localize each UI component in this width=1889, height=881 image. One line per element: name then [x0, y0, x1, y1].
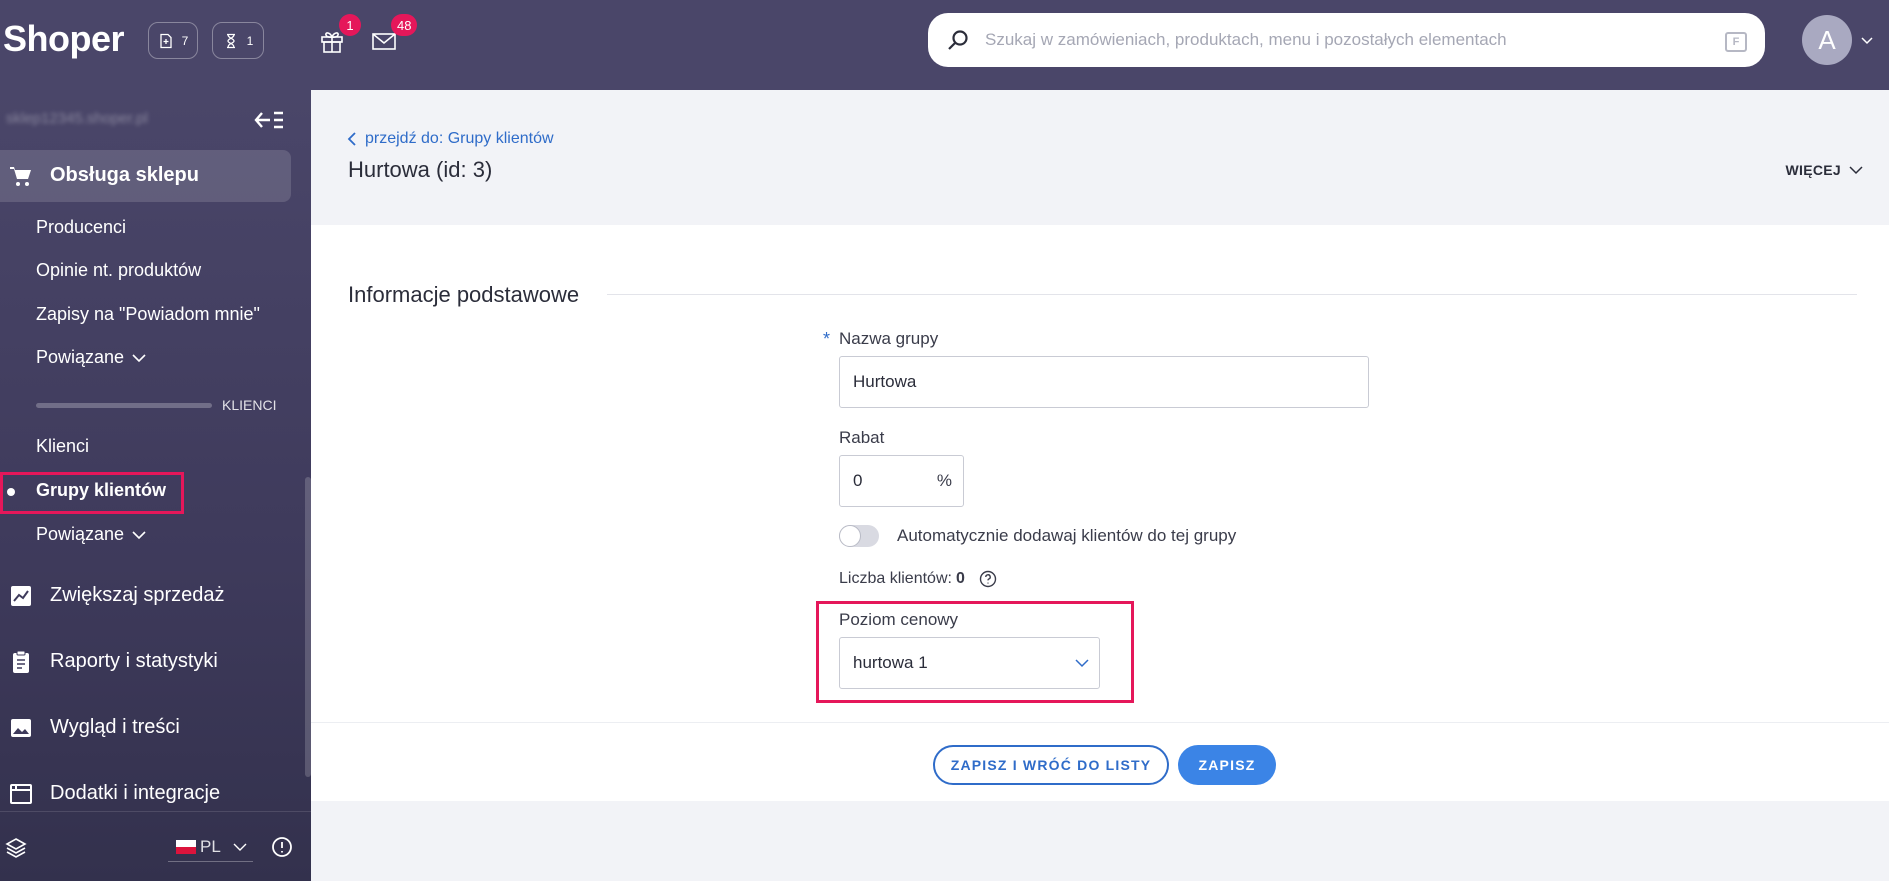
- section-divider: [607, 294, 1857, 295]
- search-bar: F: [928, 13, 1765, 67]
- avatar[interactable]: A: [1802, 15, 1852, 65]
- discount-value: 0: [853, 471, 863, 490]
- sidebar-item-related-1[interactable]: Powiązane: [36, 347, 146, 368]
- group-label-clients: KLIENCI: [222, 397, 277, 413]
- layers-icon[interactable]: [5, 837, 27, 859]
- chevron-down-icon[interactable]: [1860, 33, 1874, 47]
- group-divider: [36, 403, 212, 408]
- language-select[interactable]: PL: [168, 832, 253, 862]
- chevron-down-icon: [1075, 659, 1089, 668]
- image-icon: [11, 719, 31, 737]
- document-add-icon: [160, 33, 172, 48]
- sidebar-section-store-service[interactable]: Obsługa sklepu: [0, 150, 291, 202]
- chevron-down-icon: [132, 354, 146, 363]
- save-button[interactable]: ZAPISZ: [1178, 745, 1276, 785]
- sidebar-item-increase-sales[interactable]: Zwiększaj sprzedaż: [0, 577, 311, 617]
- sidebar-item-label: Wygląd i treści: [50, 716, 180, 738]
- chevron-down-icon: [233, 843, 247, 851]
- form-actions: ZAPISZ I WRÓĆ DO LISTY ZAPISZ: [311, 722, 1889, 801]
- clients-count: Liczba klientów: 0: [839, 570, 997, 588]
- help-icon[interactable]: [979, 570, 997, 588]
- chevron-left-icon: [347, 132, 356, 146]
- sidebar: sklep12345.shoper.pl Obsługa sklepu Prod…: [0, 90, 311, 881]
- sidebar-item-clients[interactable]: Klienci: [36, 436, 89, 457]
- active-indicator: [7, 488, 15, 496]
- clients-count-value: 0: [955, 570, 965, 587]
- sidebar-item-client-groups[interactable]: Grupy klientów: [36, 480, 166, 501]
- store-name[interactable]: sklep12345.shoper.pl: [6, 110, 148, 127]
- price-level-select[interactable]: hurtowa 1: [839, 637, 1100, 689]
- documents-count: 7: [181, 33, 189, 48]
- more-button[interactable]: WIĘCEJ: [1786, 162, 1863, 178]
- group-name-field[interactable]: Hurtowa: [839, 356, 1369, 408]
- chart-trend-icon: [11, 586, 31, 606]
- sidebar-item-related-2[interactable]: Powiązane: [36, 524, 146, 545]
- back-link-label: przejdź do: Grupy klientów: [365, 130, 554, 147]
- search-icon: [948, 30, 968, 50]
- messages-badge: 48: [391, 14, 418, 36]
- sidebar-item-notify-me[interactable]: Zapisy na "Powiadom mnie": [36, 304, 260, 325]
- sidebar-item-reports[interactable]: Raporty i statystyki: [0, 643, 311, 683]
- chevron-down-icon: [132, 531, 146, 540]
- sidebar-item-label: Powiązane: [36, 347, 125, 367]
- clipboard-icon: [13, 650, 29, 673]
- form-card: Informacje podstawowe * Nazwa grupy Hurt…: [311, 225, 1889, 722]
- sidebar-item-label: Dodatki i integracje: [50, 782, 221, 804]
- sidebar-item-addons[interactable]: Dodatki i integracje: [0, 775, 311, 815]
- price-level-label: Poziom cenowy: [839, 610, 959, 629]
- page-header: przejdź do: Grupy klientów Hurtowa (id: …: [311, 90, 1889, 225]
- price-level-value: hurtowa 1: [853, 653, 928, 672]
- section-title: Informacje podstawowe: [348, 282, 580, 307]
- sidebar-item-label: Powiązane: [36, 524, 125, 544]
- more-label: WIĘCEJ: [1785, 162, 1841, 178]
- timer-counter-button[interactable]: 1: [212, 22, 264, 59]
- auto-add-toggle[interactable]: [839, 525, 879, 547]
- language-code: PL: [200, 836, 221, 856]
- hourglass-icon: [226, 33, 235, 48]
- gift-badge: 1: [339, 14, 361, 36]
- discount-field[interactable]: 0 %: [839, 455, 964, 507]
- sidebar-item-label: Raporty i statystyki: [50, 650, 218, 672]
- clients-count-label: Liczba klientów:: [839, 570, 952, 587]
- sidebar-section-title: Obsługa sklepu: [50, 164, 199, 186]
- search-input[interactable]: [985, 25, 1685, 55]
- logo[interactable]: Shoper: [3, 18, 125, 60]
- top-bar: Shoper 7 1 1 48 F A: [0, 0, 1889, 90]
- sidebar-footer: PL: [0, 811, 311, 881]
- flag-pl-icon: [176, 839, 196, 854]
- info-icon[interactable]: [271, 836, 293, 858]
- toggle-knob: [839, 525, 861, 547]
- save-and-return-button[interactable]: ZAPISZ I WRÓĆ DO LISTY: [933, 745, 1169, 785]
- required-marker: *: [823, 329, 831, 349]
- messages-button[interactable]: 48: [369, 14, 418, 56]
- cart-icon: [10, 167, 31, 186]
- timer-count: 1: [246, 33, 254, 48]
- sidebar-item-producers[interactable]: Producenci: [36, 217, 126, 238]
- page-background: [311, 801, 1889, 881]
- window-icon: [10, 784, 32, 804]
- auto-add-label: Automatycznie dodawaj klientów do tej gr…: [897, 526, 1237, 545]
- documents-counter-button[interactable]: 7: [148, 22, 198, 59]
- gift-button[interactable]: 1: [317, 14, 361, 56]
- percent-unit: %: [936, 471, 952, 490]
- search-shortcut-icon: F: [1725, 32, 1747, 52]
- page-title: Hurtowa (id: 3): [348, 157, 493, 182]
- group-name-label: Nazwa grupy: [839, 329, 939, 348]
- sidebar-item-label: Zwiększaj sprzedaż: [50, 584, 225, 606]
- collapse-sidebar-icon[interactable]: [253, 108, 285, 132]
- sidebar-item-appearance[interactable]: Wygląd i treści: [0, 709, 311, 749]
- discount-label: Rabat: [839, 428, 885, 447]
- back-link[interactable]: przejdź do: Grupy klientów: [347, 130, 554, 148]
- sidebar-item-product-reviews[interactable]: Opinie nt. produktów: [36, 260, 201, 281]
- chevron-down-icon: [1849, 166, 1863, 175]
